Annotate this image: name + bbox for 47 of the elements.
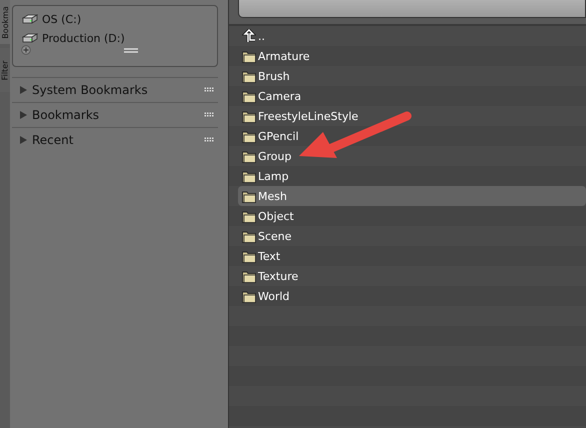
folder-icon [242,230,256,242]
section-title: System Bookmarks [32,82,149,96]
file-row[interactable]: World [229,286,586,306]
drag-handle-icon[interactable] [204,112,214,117]
file-row[interactable]: Lamp [229,166,586,186]
drive-item[interactable]: Production (D:) [22,29,211,48]
file-row[interactable]: GPencil [229,126,586,146]
folder-icon [242,50,256,62]
folder-icon [242,70,256,82]
section-header[interactable]: Bookmarks [12,102,218,126]
folder-icon [242,150,256,162]
folder-icon [242,270,256,282]
file-row[interactable]: Texture [229,266,586,286]
section-title: Recent [32,132,74,146]
section-header[interactable]: System Bookmarks [12,77,218,101]
file-row[interactable]: Text [229,246,586,266]
file-row[interactable]: Mesh [238,186,586,206]
add-icon[interactable] [21,45,31,55]
file-row[interactable]: Brush [229,66,586,86]
drive-item[interactable]: OS (C:) [22,10,211,29]
folder-icon [242,210,256,222]
folder-icon [242,170,256,182]
file-row[interactable]: Camera [229,86,586,106]
folder-icon [242,90,256,102]
file-row[interactable]: Object [229,206,586,226]
resize-grip-icon[interactable] [124,48,138,53]
section-header[interactable]: Recent [12,127,218,151]
folder-icon [242,110,256,122]
hard-drive-icon [22,14,38,25]
file-row[interactable]: Scene [229,226,586,246]
disclosure-triangle-icon[interactable] [20,110,27,118]
file-row[interactable]: Group [229,146,586,166]
folder-icon [242,290,256,302]
disclosure-triangle-icon[interactable] [20,136,27,144]
folder-icon [242,130,256,142]
section-title: Bookmarks [32,108,100,122]
drag-handle-icon[interactable] [204,87,214,92]
folder-icon [242,250,256,262]
path-field[interactable] [238,0,586,18]
disclosure-triangle-icon[interactable] [20,86,27,94]
file-row[interactable]: Armature [229,46,586,66]
hard-drive-icon [22,33,38,44]
drag-handle-icon[interactable] [204,137,214,142]
file-row[interactable]: .. [229,26,586,46]
up-arrow-icon [242,29,256,43]
file-row[interactable]: FreestyleLineStyle [229,106,586,126]
folder-icon [242,190,256,202]
